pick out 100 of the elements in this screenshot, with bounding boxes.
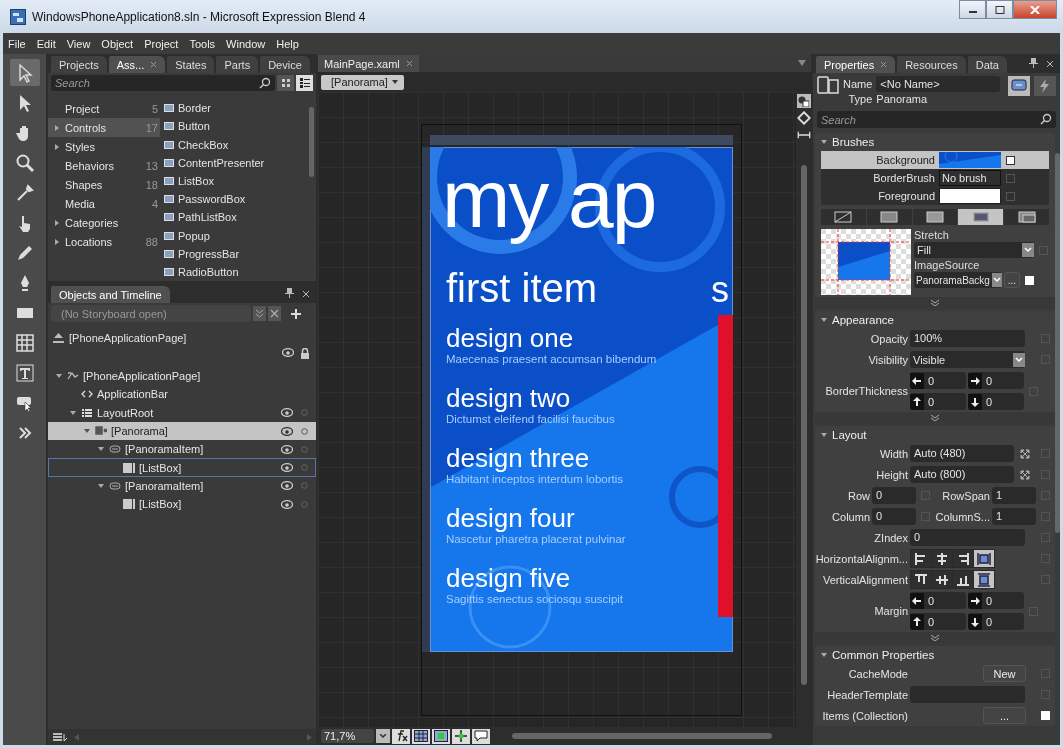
category-item[interactable]: Styles xyxy=(48,137,160,156)
category-item[interactable]: Behaviors 13 xyxy=(48,156,160,175)
visibility-dropdown[interactable]: Visible xyxy=(910,351,1025,368)
alignment-button[interactable] xyxy=(911,571,931,588)
asset-item[interactable]: ContentPresenter xyxy=(178,156,265,169)
section-header[interactable]: Appearance xyxy=(815,311,1055,328)
value-field[interactable]: Auto (800) xyxy=(910,466,1014,483)
expand-arrow-icon[interactable] xyxy=(98,482,104,489)
close-icon[interactable] xyxy=(302,290,310,298)
lock-toggle-icon[interactable] xyxy=(301,427,308,435)
value-field[interactable]: 0 xyxy=(872,508,916,525)
category-item[interactable]: Locations 88 xyxy=(48,232,160,251)
pin-icon[interactable] xyxy=(1029,58,1038,68)
expand-arrow-icon[interactable] xyxy=(54,219,60,226)
expand-arrow-icon[interactable] xyxy=(54,143,60,150)
toolbar-button[interactable] xyxy=(452,728,470,744)
section-header[interactable]: Layout xyxy=(815,426,1055,443)
tree-node[interactable]: [PanoramaItem] xyxy=(48,440,316,459)
menu-item[interactable]: Edit xyxy=(36,37,56,50)
storyboard-button[interactable] xyxy=(253,306,266,321)
expand-arrow-icon[interactable] xyxy=(56,373,62,380)
breadcrumb-button[interactable]: [Panorama] xyxy=(321,74,404,90)
pin-icon[interactable] xyxy=(285,288,294,298)
color-swatch[interactable] xyxy=(939,188,1001,204)
panel-tab[interactable]: States xyxy=(167,56,215,73)
panel-tab[interactable]: Device xyxy=(260,56,310,73)
expand-more-icon[interactable] xyxy=(930,634,940,641)
category-item[interactable]: Categories xyxy=(48,213,160,232)
expand-arrow-icon[interactable] xyxy=(70,409,76,416)
value-field[interactable]: 0 xyxy=(910,372,966,389)
alignment-button[interactable] xyxy=(932,571,952,588)
dropdown-arrow-icon[interactable] xyxy=(798,60,806,66)
tree-node[interactable]: [ListBox] xyxy=(48,495,316,514)
image-brush-swatch[interactable] xyxy=(939,152,1001,168)
upload-icon[interactable] xyxy=(53,333,64,343)
events-view-button[interactable] xyxy=(1034,76,1056,96)
value-field[interactable]: 0 xyxy=(968,372,1024,389)
menu-item[interactable]: Help xyxy=(276,37,299,50)
property-button[interactable]: ... xyxy=(983,707,1026,724)
maximize-button[interactable] xyxy=(986,0,1013,19)
value-field[interactable]: 1 xyxy=(992,508,1036,525)
value-field[interactable]: 0 xyxy=(910,529,1025,546)
brush-type-tab[interactable] xyxy=(958,209,1004,225)
asset-item[interactable]: PasswordBox xyxy=(178,193,246,206)
toolbar-button[interactable] xyxy=(472,728,490,744)
panel-tab[interactable]: Projects xyxy=(51,56,107,73)
value-field[interactable]: 100% xyxy=(910,330,1025,347)
view-button[interactable] xyxy=(296,75,313,91)
expand-more-icon[interactable] xyxy=(930,414,940,421)
lock-toggle-icon[interactable] xyxy=(301,445,308,453)
asset-item[interactable]: Popup xyxy=(178,229,210,242)
menu-item[interactable]: View xyxy=(66,37,91,50)
toolbar-button[interactable] xyxy=(412,728,430,744)
alignment-button[interactable] xyxy=(974,550,994,567)
storyboard-field[interactable]: (No Storyboard open) xyxy=(51,305,251,322)
menu-item[interactable]: File xyxy=(8,37,26,50)
panel-tab[interactable]: Data xyxy=(967,56,1007,73)
section-header[interactable]: Common Properties xyxy=(815,646,1055,663)
menu-item[interactable]: Project xyxy=(144,37,179,50)
panel-tab[interactable]: Ass... xyxy=(108,56,166,73)
value-field[interactable]: 0 xyxy=(968,613,1024,630)
browse-button[interactable]: ... xyxy=(1003,272,1020,288)
lock-toggle-icon[interactable] xyxy=(301,500,308,508)
asset-item[interactable]: ListBox xyxy=(178,174,215,187)
tool-button[interactable] xyxy=(9,59,40,86)
toolbar-button[interactable] xyxy=(432,728,450,744)
close-button[interactable] xyxy=(1013,0,1057,19)
category-item[interactable]: Controls 17 xyxy=(48,118,160,137)
value-field[interactable]: 0 xyxy=(910,592,966,609)
menu-item[interactable]: Object xyxy=(101,37,134,50)
lock-toggle-icon[interactable] xyxy=(301,409,308,417)
auto-size-icon[interactable] xyxy=(1020,469,1030,480)
close-icon[interactable] xyxy=(1046,60,1054,68)
lock-icon[interactable] xyxy=(300,348,310,359)
minimize-button[interactable] xyxy=(959,0,986,19)
asset-item[interactable]: PathListBox xyxy=(178,211,237,224)
brush-type-tab[interactable] xyxy=(821,209,866,225)
value-field[interactable]: 0 xyxy=(872,487,916,504)
alignment-button[interactable] xyxy=(932,550,952,567)
toolbar-button[interactable] xyxy=(392,728,410,744)
expand-arrow-icon[interactable] xyxy=(54,238,60,245)
panel-tab[interactable]: Properties xyxy=(816,56,896,73)
panel-tab[interactable]: Parts xyxy=(216,56,259,73)
expand-arrow-icon[interactable] xyxy=(84,428,90,435)
value-field[interactable]: 0 xyxy=(968,393,1024,410)
search-field[interactable]: Search xyxy=(817,111,1056,128)
marker-square[interactable] xyxy=(1006,173,1015,183)
value-field[interactable]: Auto (480) xyxy=(910,445,1014,462)
tree-node[interactable]: [ListBox] xyxy=(48,458,316,477)
stretch-dropdown[interactable]: Fill xyxy=(914,242,1034,258)
category-item[interactable]: Media 4 xyxy=(48,194,160,213)
brush-type-tab[interactable] xyxy=(866,209,912,225)
expand-more-icon[interactable] xyxy=(930,299,940,306)
zoom-field[interactable]: 71,7% xyxy=(321,729,374,743)
value-field[interactable]: 0 xyxy=(910,613,966,630)
view-toggle-button[interactable] xyxy=(796,94,811,108)
category-item[interactable]: Project 5 xyxy=(48,99,160,118)
panel-tab[interactable]: Resources xyxy=(897,56,966,73)
tree-node[interactable]: [PanoramaItem] xyxy=(48,476,316,496)
eye-icon[interactable] xyxy=(281,426,293,436)
